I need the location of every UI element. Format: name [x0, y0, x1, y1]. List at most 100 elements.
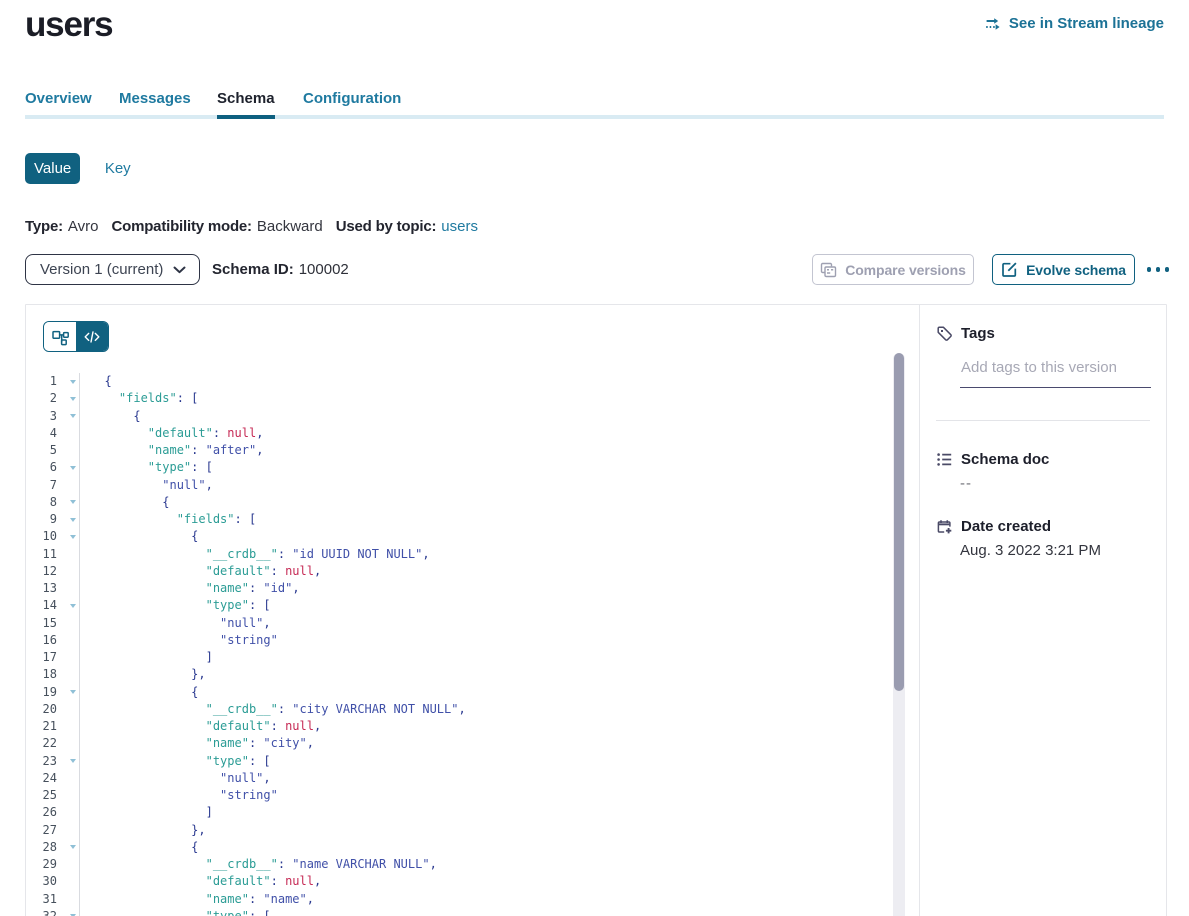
- code-text: ]: [80, 804, 213, 821]
- tags-input[interactable]: [960, 359, 1151, 388]
- code-text: "name": "id",: [80, 580, 300, 597]
- fold-caret: [57, 615, 79, 632]
- evolve-schema-button[interactable]: Evolve schema: [992, 254, 1135, 285]
- code-scrollbar[interactable]: [893, 353, 905, 916]
- compare-versions-label: Compare versions: [845, 262, 966, 278]
- fold-caret[interactable]: [57, 459, 79, 476]
- fold-caret[interactable]: [57, 597, 79, 614]
- fold-caret: [57, 873, 79, 890]
- fold-caret[interactable]: [57, 408, 79, 425]
- tab-schema[interactable]: Schema: [217, 91, 275, 107]
- fold-caret[interactable]: [57, 839, 79, 856]
- line-number: 12: [26, 563, 57, 580]
- fold-caret-icon: [70, 380, 76, 384]
- code-text: "string": [80, 632, 278, 649]
- line-number: 10: [26, 528, 57, 545]
- date-created-section: Date created Aug. 3 2022 3:21 PM: [936, 518, 1150, 559]
- code-line: 1 {: [26, 373, 919, 390]
- line-number: 5: [26, 442, 57, 459]
- code-line: 30 "default": null,: [26, 873, 919, 890]
- code-line: 3 {: [26, 408, 919, 425]
- code-line: 15 "null",: [26, 615, 919, 632]
- code-scrollbar-thumb[interactable]: [894, 353, 904, 691]
- schema-doc-value: --: [960, 475, 1150, 492]
- line-number: 21: [26, 718, 57, 735]
- topic-link[interactable]: users: [441, 218, 478, 235]
- code-text: "null",: [80, 477, 213, 494]
- fold-caret-icon: [70, 535, 76, 539]
- line-number: 24: [26, 770, 57, 787]
- key-tab-button[interactable]: Key: [90, 153, 145, 184]
- line-number: 20: [26, 701, 57, 718]
- line-number: 2: [26, 390, 57, 407]
- fold-caret-icon: [70, 466, 76, 470]
- code-editor[interactable]: 1 {2 "fields": [3 {4 "default": null,5 "…: [26, 373, 919, 916]
- code-line: 14 "type": [: [26, 597, 919, 614]
- code-text: "null",: [80, 615, 271, 632]
- line-number: 13: [26, 580, 57, 597]
- fold-caret: [57, 804, 79, 821]
- fold-caret: [57, 546, 79, 563]
- fold-caret: [57, 718, 79, 735]
- code-text: "name": "city",: [80, 735, 314, 752]
- code-text: "default": null,: [80, 718, 321, 735]
- evolve-schema-label: Evolve schema: [1026, 262, 1126, 278]
- line-number: 15: [26, 615, 57, 632]
- code-line: 6 "type": [: [26, 459, 919, 476]
- fold-caret[interactable]: [57, 390, 79, 407]
- code-text: "type": [: [80, 753, 271, 770]
- ellipsis-icon: [1147, 267, 1152, 272]
- tab-bar: Overview Messages Schema Configuration: [25, 91, 1164, 119]
- fold-caret: [57, 891, 79, 908]
- line-number: 16: [26, 632, 57, 649]
- version-select[interactable]: Version 1 (current): [25, 254, 200, 285]
- stream-lineage-link[interactable]: See in Stream lineage: [985, 15, 1164, 32]
- more-actions-button[interactable]: [1137, 254, 1179, 285]
- code-view-button[interactable]: [76, 322, 108, 351]
- tags-section: Tags: [936, 325, 1150, 388]
- schema-meta-row: Type:Avro Compatibility mode:Backward Us…: [25, 218, 478, 235]
- tree-view-button[interactable]: [44, 322, 76, 351]
- code-line: 22 "name": "city",: [26, 735, 919, 752]
- line-number: 14: [26, 597, 57, 614]
- fold-caret[interactable]: [57, 494, 79, 511]
- code-line: 7 "null",: [26, 477, 919, 494]
- fold-caret[interactable]: [57, 908, 79, 916]
- line-number: 18: [26, 666, 57, 683]
- fold-caret[interactable]: [57, 684, 79, 701]
- tab-configuration[interactable]: Configuration: [303, 91, 401, 107]
- fold-caret[interactable]: [57, 511, 79, 528]
- code-text: {: [80, 494, 169, 511]
- code-line: 9 "fields": [: [26, 511, 919, 528]
- code-text: "default": null,: [80, 873, 321, 890]
- stream-lineage-icon: [985, 16, 1003, 32]
- code-line: 20 "__crdb__": "city VARCHAR NOT NULL",: [26, 701, 919, 718]
- code-line: 17 ]: [26, 649, 919, 666]
- code-line: 29 "__crdb__": "name VARCHAR NULL",: [26, 856, 919, 873]
- line-number: 1: [26, 373, 57, 390]
- code-line: 12 "default": null,: [26, 563, 919, 580]
- tab-messages[interactable]: Messages: [119, 91, 191, 107]
- fold-caret: [57, 580, 79, 597]
- schema-type: Type:Avro: [25, 218, 98, 235]
- value-tab-button[interactable]: Value: [25, 153, 80, 184]
- tab-track: [25, 115, 1164, 119]
- code-text: "__crdb__": "id UUID NOT NULL",: [80, 546, 430, 563]
- line-number: 17: [26, 649, 57, 666]
- compare-versions-button[interactable]: Compare versions: [812, 254, 974, 285]
- code-text: "type": [: [80, 459, 213, 476]
- code-line: 25 "string": [26, 787, 919, 804]
- tab-overview[interactable]: Overview: [25, 91, 92, 107]
- code-line: 24 "null",: [26, 770, 919, 787]
- fold-caret: [57, 822, 79, 839]
- fold-caret[interactable]: [57, 528, 79, 545]
- code-view-icon: [83, 328, 101, 346]
- line-number: 19: [26, 684, 57, 701]
- fold-caret[interactable]: [57, 373, 79, 390]
- fold-caret[interactable]: [57, 753, 79, 770]
- code-line: 26 ]: [26, 804, 919, 821]
- line-number: 29: [26, 856, 57, 873]
- controls-row: Version 1 (current) Schema ID:100002 Com…: [25, 254, 1164, 285]
- schema-code-area: 1 {2 "fields": [3 {4 "default": null,5 "…: [26, 305, 919, 916]
- fold-caret: [57, 563, 79, 580]
